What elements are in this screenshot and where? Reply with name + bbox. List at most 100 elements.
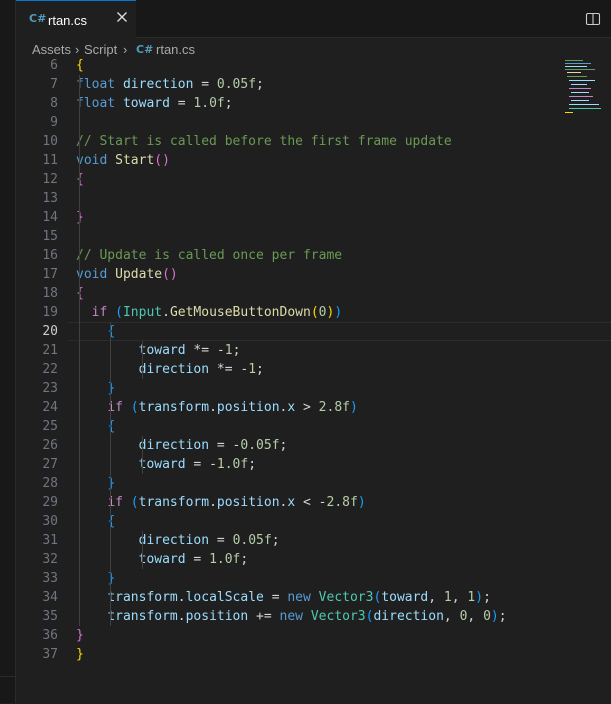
code-token: () [162,267,178,282]
code-line[interactable]: 11 void Start() [16,151,576,170]
code-line[interactable]: 20 { [16,322,576,341]
code-line[interactable]: 16 // Update is called once per frame [16,246,576,265]
code-line[interactable]: 35 transform.position += new Vector3(dir… [16,607,576,626]
line-number: 20 [42,324,58,339]
line-number: 35 [42,609,58,624]
code-line[interactable]: 37} [16,645,576,664]
close-icon[interactable] [115,10,129,24]
code-line[interactable]: 31 direction = 0.05f; [16,531,576,550]
code-line[interactable]: 26 direction = -0.05f; [16,436,576,455]
code-text: if (transform.position.x > 2.8f) [76,398,358,417]
code-token: Input [122,305,163,320]
code-token: toward [138,552,186,567]
code-token: ) [357,495,366,510]
code-line[interactable]: 23 } [16,379,576,398]
code-text: } [76,474,115,493]
split-editor-icon[interactable] [585,11,601,27]
code-text: toward = -1.0f; [76,455,256,474]
code-line[interactable]: 13 [16,189,576,208]
code-text: toward = 1.0f; [76,550,249,569]
line-number: 14 [42,210,58,225]
code-line[interactable]: 6{ [16,56,576,75]
code-line[interactable]: 9 [16,113,576,132]
code-line[interactable]: 25 { [16,417,576,436]
code-line[interactable]: 33 } [16,569,576,588]
code-line[interactable]: 27 toward = -1.0f; [16,455,576,474]
code-token: ; [279,438,288,453]
code-line[interactable]: 22 direction *= -1; [16,360,576,379]
code-line[interactable]: 18{ [16,284,576,303]
code-token: , [451,590,468,605]
code-token: x [287,400,296,415]
code-token: new [287,590,311,605]
line-number: 13 [42,191,58,206]
code-text: } [76,569,115,588]
code-token: 2.8f [326,495,358,510]
activity-strip [0,0,16,703]
code-token: *= - [185,343,225,358]
code-text: } [76,645,84,664]
code-line[interactable]: 12{ [16,170,576,189]
tab-label: rtan.cs [48,13,88,28]
code-line[interactable]: 15 [16,227,576,246]
code-line[interactable]: 30 { [16,512,576,531]
code-text: transform.localScale = new Vector3(towar… [76,588,491,607]
code-token: transform [138,495,210,510]
code-line[interactable]: 24 if (transform.position.x > 2.8f) [16,398,576,417]
code-line[interactable]: 21 toward *= -1; [16,341,576,360]
line-number: 9 [50,115,58,130]
code-line[interactable]: 32 toward = 1.0f; [16,550,576,569]
line-number: 29 [42,495,58,510]
breadcrumb-script[interactable]: Script [84,42,117,57]
tab-bar: C# rtan.cs [16,0,611,38]
code-line[interactable]: 28 } [16,474,576,493]
line-number: 26 [42,438,58,453]
line-number: 36 [42,628,58,643]
indent-guide [141,436,143,474]
chevron-right-icon: › [75,42,80,57]
line-number: 30 [42,514,58,529]
code-text: toward *= -1; [76,341,241,360]
code-token: ; [483,590,491,605]
code-line[interactable]: 17 void Update() [16,265,576,284]
breadcrumb-assets[interactable]: Assets [32,42,71,57]
indent-guide [141,341,143,379]
code-text: direction *= -1; [76,360,264,379]
code-editor[interactable]: 6{7 float direction = 0.05f; 8 float toward… [16,56,576,676]
code-token: toward [122,96,170,111]
code-line[interactable]: 8 float toward = 1.0f; [16,94,576,113]
code-line[interactable]: 10 // Start is called before the first fr… [16,132,576,151]
code-line[interactable]: 19 if (Input.GetMouseButtonDown(0)) [16,303,576,322]
code-token: } [76,628,84,643]
code-line[interactable]: 36} [16,626,576,645]
code-token: 0.05f [232,533,272,548]
code-token: ; [498,609,507,624]
tab-rtan-cs[interactable]: C# rtan.cs [16,0,136,38]
code-token: Vector3 [318,590,374,605]
line-number: 19 [42,305,58,320]
code-token: ) [490,609,499,624]
code-token: { [76,58,84,73]
code-token: . [209,400,217,415]
code-line[interactable]: 34 transform.localScale = new Vector3(to… [16,588,576,607]
code-token: transform [107,590,178,605]
breadcrumb-file[interactable]: rtan.cs [156,42,195,57]
code-token: = [209,533,233,548]
code-line[interactable]: 29 if (transform.position.x < -2.8f) [16,493,576,512]
line-number: 8 [50,96,58,111]
line-number: 28 [42,476,58,491]
minimap[interactable] [563,60,603,135]
code-token: ; [256,77,264,92]
code-token: direction [122,77,194,92]
code-line[interactable]: 14} [16,208,576,227]
code-token: ; [232,343,241,358]
code-token: // Update is called once per frame [76,248,343,263]
code-text: { [76,56,84,75]
code-line[interactable]: 7 float direction = 0.05f; [16,75,576,94]
